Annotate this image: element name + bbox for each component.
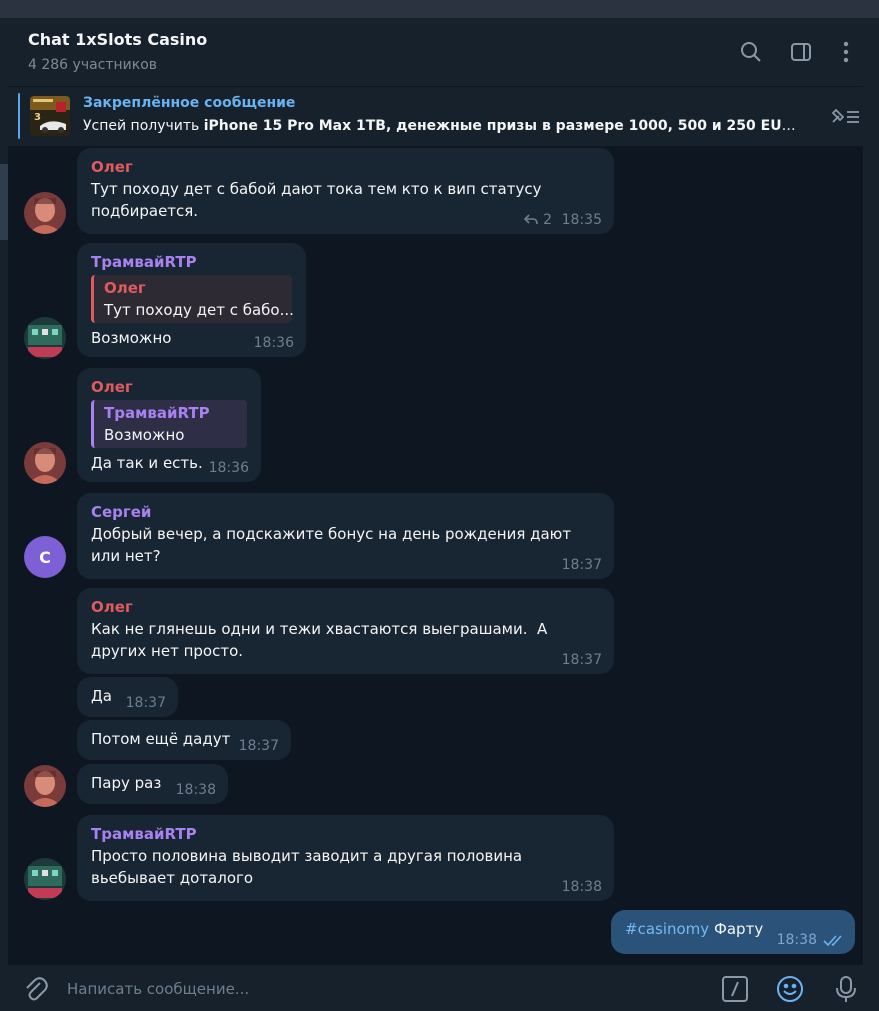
quote-text: Возможно [104,426,185,444]
message-bubble[interactable]: Сергей Добрый вечер, а подскажите бонус … [77,493,614,579]
message-bubble[interactable]: Пару раз 18:38 [77,764,228,804]
emoji-icon[interactable] [776,975,804,1003]
sender-name[interactable]: Олег [91,156,600,178]
chat-header[interactable]: Chat 1xSlots Casino 4 286 участников [8,18,863,86]
message-time: 18:37 [125,695,166,711]
message-text: Добрый вечер, а подскажите бонус на день… [91,525,572,565]
message-composer[interactable] [8,964,863,1011]
quote-sender: Олег [104,279,146,297]
message-bubble[interactable]: ТрамвайRTP Олег Тут походу дет с бабо...… [77,243,306,357]
message-time: 18:36 [253,335,294,351]
message-time: 18:38 [561,879,602,895]
message-time: 18:38 [175,782,216,798]
pinned-thumbnail: 3 [30,96,70,136]
more-vertical-icon[interactable] [834,40,858,64]
quote-sender: ТрамвайRTP [104,404,210,422]
outgoing-message-bubble[interactable]: #casinomy Фарту 18:38 [611,910,855,954]
hashtag-link[interactable]: #casinomy [625,920,709,938]
avatar[interactable] [24,765,66,807]
avatar[interactable] [24,858,66,900]
sender-name[interactable]: ТрамвайRTP [91,823,600,845]
attach-icon[interactable] [22,975,50,1003]
message-time: 18:38 [776,932,817,948]
message-bubble[interactable]: Олег Как не глянешь одни и тежи хвастают… [77,588,614,674]
message-time: 18:37 [561,557,602,573]
window-top-strip [0,0,879,18]
member-count: 4 286 участников [28,57,158,73]
message-text: Фарту [713,920,764,938]
reply-quote[interactable]: ТрамвайRTP Возможно [91,400,247,448]
pinned-label: Закреплённое сообщение [83,95,296,111]
replies-number: 2 [543,212,552,228]
scrollbar-track[interactable] [863,18,879,1011]
sender-name[interactable]: Сергей [91,501,600,523]
search-icon[interactable] [739,40,763,64]
sender-name[interactable]: Олег [91,376,247,398]
quote-text: Тут походу дет с бабо... [104,301,294,319]
svg-text:3: 3 [34,112,41,123]
avatar-letter: С [39,547,51,567]
message-time: 18:35 [561,212,602,228]
avatar[interactable] [24,442,66,484]
avatar[interactable]: С [24,536,66,578]
pinned-text: Успей получить iPhone 15 Pro Max 1TB, де… [83,118,803,134]
sender-name[interactable]: Олег [91,596,600,618]
replies-count[interactable]: 2 [523,212,552,228]
message-text: Просто половина выводит заводит а другая… [91,847,523,887]
pinned-indicator [18,93,20,139]
sender-name[interactable]: ТрамвайRTP [91,251,292,273]
message-bubble[interactable]: ТрамвайRTP Просто половина выводит завод… [77,815,614,901]
message-text: Как не глянешь одни и тежи хвастаются вы… [91,620,553,660]
pinned-message-bar[interactable]: 3 Закреплённое сообщение Успей получить … [8,86,863,146]
double-check-icon [823,932,847,947]
message-bubble[interactable]: Олег Тут походу дет с бабой дают тока те… [77,148,614,234]
message-bubble[interactable]: Олег ТрамвайRTP Возможно Да так и есть. … [77,368,261,482]
message-input[interactable] [65,975,629,1003]
message-time: 18:37 [561,652,602,668]
chat-list-edge [0,18,8,1011]
reply-arrow-icon [523,214,538,225]
avatar[interactable] [24,192,66,234]
unpin-list-icon[interactable] [827,104,863,128]
active-chat-indicator [0,164,8,240]
reply-quote[interactable]: Олег Тут походу дет с бабо... [91,275,294,323]
sidebar-toggle-icon[interactable] [789,40,813,64]
message-time: 18:36 [208,460,249,476]
avatar[interactable] [24,317,66,359]
message-list[interactable]: Олег Тут походу дет с бабой дают тока те… [8,146,863,964]
microphone-icon[interactable] [832,975,860,1003]
message-bubble[interactable]: Потом ещё дадут 18:37 [77,720,291,760]
message-time: 18:37 [238,738,279,754]
message-bubble[interactable]: Да 18:37 [77,677,178,717]
commands-icon[interactable] [721,975,749,1003]
chat-title: Chat 1xSlots Casino [28,30,208,49]
